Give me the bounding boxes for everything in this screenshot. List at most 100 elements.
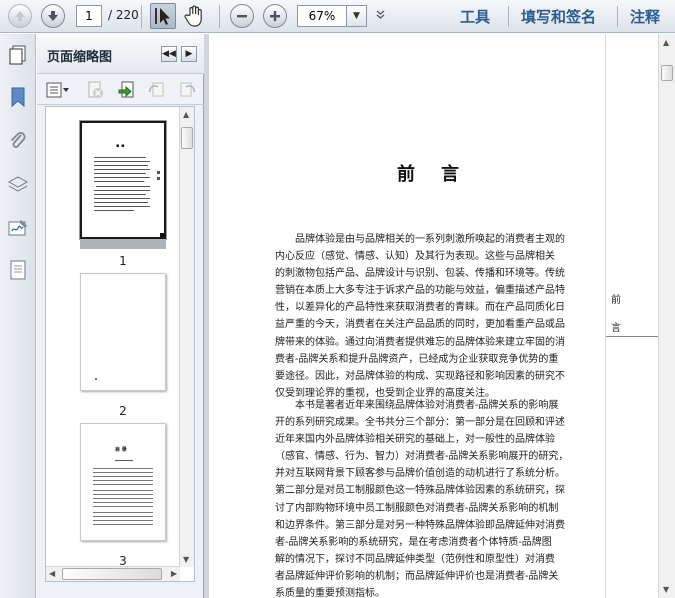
hand-icon [184,5,202,27]
scroll-left-icon: ◀ [49,569,56,578]
panel-title: 页面缩略图 [47,50,113,65]
bookmarks-button[interactable] [7,86,29,108]
zoom-out-icon [237,15,247,18]
up-arrow-icon [15,11,25,21]
navigation-pane-strip [0,34,36,598]
zoom-in-icon [270,11,280,21]
text-line: 讨了内部购物环境中员工制服颜色对消费者-品牌关系影响的机制 [275,502,559,514]
header-rule [606,336,658,337]
thumbnail-page-2[interactable] [80,273,166,391]
redo-icon [180,82,195,97]
document-view[interactable]: 前言 品牌体验是由与品牌相关的一系列刺激所唤起的消费者主观的内心反应（感觉、情感… [209,34,658,598]
menu-divider [508,6,509,27]
redo-button[interactable] [177,80,197,100]
paragraph-2: 本书是著者近年来围绕品牌体验对消费者-品牌关系的影响展开的系列研究成果。全书共分… [275,397,587,598]
thumbnail-heading: 目 录 [115,447,127,453]
more-tools-button[interactable] [376,8,385,23]
resize-handle [160,233,164,237]
attachments-button[interactable] [7,130,29,152]
close-panel-button[interactable]: ▶ [181,46,197,62]
options-menu-icon [46,82,69,98]
thumbnail-page-3[interactable]: 目 录 [80,423,166,541]
scroll-down-icon: ▼ [663,585,670,594]
text-line: 内心反应（感觉、情感、认知）及其行为表现。这些与品牌相关 [275,251,555,263]
text-line: 的刺激物包括产品、品牌设计与识别、包装、传播和环境等。传统 [275,268,565,280]
overflow-chevron-icon [376,10,385,19]
thumbnail-heading: ▪ ▪ [116,143,125,149]
text-line: 开的系列研究成果。全书共分三个部分：第一部分是在回顾和评述 [275,417,565,429]
page-number-input[interactable] [76,5,102,27]
selection-bar [80,239,166,249]
insert-page-icon [118,81,134,98]
document-page: 前言 品牌体验是由与品牌相关的一系列刺激所唤起的消费者主观的内心反应（感觉、情感… [209,34,658,598]
bookmark-icon [11,87,25,108]
fill-and-sign-menu[interactable]: 填写和签名 [521,6,596,27]
double-chevron-left-icon: ◀◀ [162,49,176,59]
thumbnail-label-1: 1 [119,254,127,268]
text-line: 和边界条件。第三部分是对另一种特殊品牌体验即品牌延伸对消费 [275,519,565,531]
page-thumbnails-icon [9,45,26,65]
scroll-up-icon: ▲ [663,38,670,47]
page-content-button[interactable] [7,259,29,281]
document-vertical-scrollbar[interactable]: ▲ ▼ [658,34,675,598]
thumbnails-toolbar [37,75,204,105]
page-thumbnails-button[interactable] [7,44,29,66]
text-line: 并对互联网背景下顾客参与品牌价值创造的动机进行了系统分析。 [275,468,565,480]
signatures-button[interactable] [7,217,29,239]
select-tool-button[interactable] [150,3,176,29]
thumbnail-options-button[interactable] [45,80,71,100]
scroll-thumb[interactable] [62,568,162,580]
thumbnail-label-2: 2 [119,404,127,418]
chevron-right-icon: ▶ [185,49,193,59]
main-toolbar: / 220 ▼ 工具 填 [0,0,675,33]
zoom-level-input[interactable] [298,6,346,26]
scroll-down-icon: ▼ [183,555,190,564]
chevron-down-icon: ▼ [353,11,360,21]
zoom-dropdown-button[interactable]: ▼ [346,6,366,26]
select-cursor-icon [155,8,170,25]
hand-tool-button[interactable] [182,3,208,29]
insert-page-button[interactable] [117,80,137,100]
scroll-up-icon: ▲ [183,110,190,119]
text-line: 系质量的重要预测指标。 [275,588,385,598]
tools-menu[interactable]: 工具 [460,6,490,27]
thumbnail-page-1[interactable]: ▪ ▪ [80,121,166,239]
undo-icon [149,82,164,97]
text-line: 近年来国内外品牌体验相关研究的基础上，对一般性的品牌体验 [275,434,555,446]
zoom-level-combobox[interactable]: ▼ [297,5,367,27]
down-arrow-icon [48,11,58,21]
page-icon [10,260,26,280]
scroll-thumb[interactable] [661,65,673,81]
text-line: 营销在本质上大多专注于诉求产品的功能与效益，偏重描述产品特 [275,285,565,297]
zoom-in-button[interactable] [263,4,287,28]
pdf-reader-window: / 220 ▼ 工具 填 [0,0,675,598]
thumbnails-panel: 页面缩略图 ◀◀ ▶ ▪ ▪ 1 2 目 录 3 ▲ ▼ ◀ ▶ [37,34,204,598]
text-line: 者-品牌关系影响的系统研究，是在考虑消费者个体特质-品牌图 [275,536,552,548]
text-line: 要途径。因此，对品牌体验的构成、实现路径和影响因素的研究不 [275,370,565,382]
previous-page-button[interactable] [8,4,32,28]
page-title: 前言 [397,164,485,185]
menu-divider [617,6,618,27]
scroll-thumb[interactable] [181,127,193,149]
paragraph-1: 品牌体验是由与品牌相关的一系列刺激所唤起的消费者主观的内心反应（感觉、情感、认知… [275,231,587,402]
layers-button[interactable] [7,174,29,196]
toolbar-divider [219,5,220,28]
thumbnail-horizontal-scrollbar[interactable]: ◀ ▶ [46,566,180,581]
text-line: 牌带来的体验。通过向消费者提供难忘的品牌体验来建立牢固的消 [275,336,565,348]
text-line: 品牌体验是由与品牌相关的一系列刺激所唤起的消费者主观的 [295,234,565,245]
paperclip-icon [10,132,26,148]
thumbnail-vertical-scrollbar[interactable]: ▲ ▼ [179,107,194,567]
delete-page-button[interactable] [85,80,105,100]
text-line: 本书是著者近年来围绕品牌体验对消费者-品牌关系的影响展 [295,400,559,411]
comment-menu[interactable]: 注释 [630,6,660,27]
signature-icon [8,220,27,236]
text-line: （感官、情感、行为、智力）对消费者-品牌关系影响展开的研究， [275,451,569,463]
zoom-out-button[interactable] [230,4,254,28]
thumbnail-list[interactable]: ▪ ▪ 1 2 目 录 3 ▲ ▼ ◀ ▶ [45,106,195,582]
undo-button[interactable] [147,80,167,100]
next-page-button[interactable] [41,4,65,28]
text-line: 解的情况下，探讨不同品牌延伸类型（范例性和原型性）对消费 [275,553,555,565]
text-line: 性，以差异化的产品特性来获取消费者的青睐。而在产品同质化日 [275,302,565,314]
collapse-panel-button[interactable]: ◀◀ [161,46,177,62]
thumbnails-panel-header: 页面缩略图 ◀◀ ▶ [37,34,204,74]
